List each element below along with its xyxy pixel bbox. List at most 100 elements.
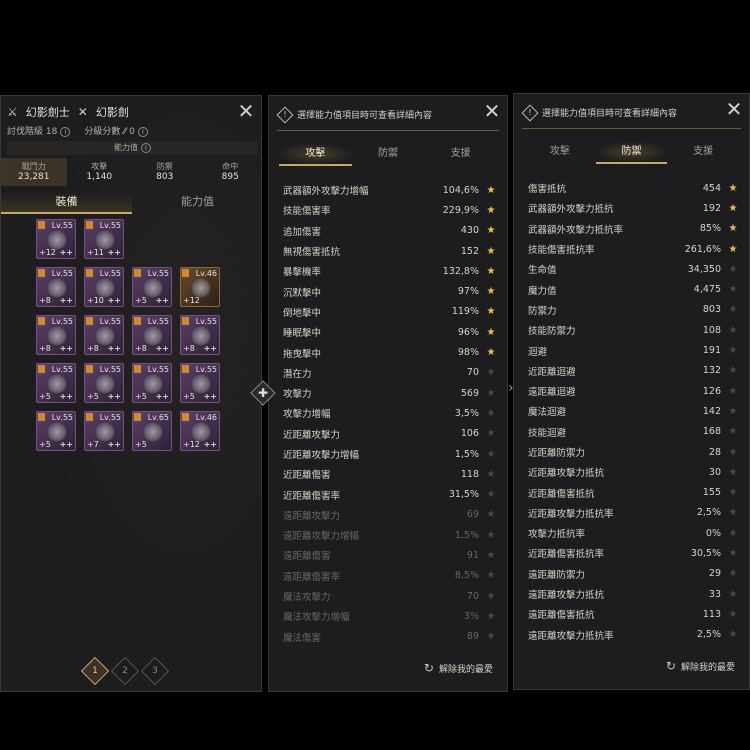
favorite-star-icon[interactable]: ★ — [727, 223, 739, 234]
favorite-star-icon[interactable]: ★ — [485, 449, 497, 460]
favorite-star-icon[interactable]: ★ — [485, 408, 497, 419]
stat-attack[interactable]: 攻擊 1,140 — [67, 158, 133, 186]
equipment-slot[interactable]: Lv.55 +8 ++ — [36, 267, 76, 307]
stat-row[interactable]: 近距離攻擊力增幅 1,5% ★ — [283, 444, 497, 464]
favorite-star-icon[interactable]: ★ — [727, 589, 739, 600]
info-icon[interactable]: i — [141, 143, 151, 153]
stat-row[interactable]: 近距離傷害率 31,5% ★ — [283, 484, 497, 504]
close-icon[interactable]: ✕ — [725, 99, 743, 119]
equipment-slot[interactable]: Lv.55 +5 ++ — [132, 363, 172, 403]
tab-attack[interactable]: 攻擊 — [279, 144, 352, 166]
stat-row[interactable]: 暴擊機率 132,8% ★ — [283, 261, 497, 281]
favorite-star-icon[interactable]: ★ — [485, 530, 497, 541]
stat-row[interactable]: 武器額外攻擊力抵抗率 85% ★ — [528, 219, 739, 239]
unfavorite-button[interactable]: ↻ 解除我的最愛 — [424, 661, 493, 675]
stat-row[interactable]: 遠距離傷害抵抗 113 ★ — [528, 604, 739, 624]
equipment-slot[interactable]: Lv.55 +5 ++ — [132, 267, 172, 307]
stat-row[interactable]: 防禦力 803 ★ — [528, 300, 739, 320]
stat-row[interactable]: 倒地擊中 119% ★ — [283, 302, 497, 322]
equipment-slot[interactable]: Lv.55 +10 ++ — [84, 267, 124, 307]
favorite-star-icon[interactable]: ★ — [727, 467, 739, 478]
equipment-slot[interactable]: Lv.55 +8 ++ — [132, 315, 172, 355]
favorite-star-icon[interactable]: ★ — [727, 203, 739, 214]
stat-row[interactable]: 遠距離攻擊力抵抗率 2,5% ★ — [528, 625, 739, 645]
stat-row[interactable]: 追加傷害 430 ★ — [283, 221, 497, 241]
favorite-star-icon[interactable]: ★ — [485, 570, 497, 581]
favorite-star-icon[interactable]: ★ — [727, 406, 739, 417]
stat-row[interactable]: 遠距離傷害 91 ★ — [283, 545, 497, 565]
favorite-star-icon[interactable]: ★ — [727, 426, 739, 437]
stat-row[interactable]: 近距離攻擊力抵抗率 2,5% ★ — [528, 503, 739, 523]
unfavorite-button[interactable]: ↻ 解除我的最愛 — [666, 659, 735, 673]
favorite-star-icon[interactable]: ★ — [485, 347, 497, 358]
tab-abilities[interactable]: 能力值 — [132, 192, 261, 214]
favorite-star-icon[interactable]: ★ — [485, 327, 497, 338]
favorite-star-icon[interactable]: ★ — [485, 550, 497, 561]
stat-row[interactable]: 潛在力 70 ★ — [283, 363, 497, 383]
equipment-slot[interactable]: Lv.46 +12 — [180, 267, 220, 307]
favorite-star-icon[interactable]: ★ — [485, 246, 497, 257]
stat-row[interactable]: 近距離傷害抵抗率 30,5% ★ — [528, 543, 739, 563]
equipment-slot[interactable]: Lv.55 +8 ++ — [36, 315, 76, 355]
stat-row[interactable]: 近距離傷害 118 ★ — [283, 464, 497, 484]
favorite-star-icon[interactable]: ★ — [727, 528, 739, 539]
favorite-star-icon[interactable]: ★ — [485, 489, 497, 500]
stat-row[interactable]: 睡眠擊中 96% ★ — [283, 322, 497, 342]
page-button-3[interactable]: 3 — [140, 656, 170, 686]
stat-row[interactable]: 遠距離攻擊力 69 ★ — [283, 505, 497, 525]
stat-row[interactable]: 近距離攻擊力 106 ★ — [283, 424, 497, 444]
favorite-star-icon[interactable]: ★ — [727, 568, 739, 579]
tab-support[interactable]: 支援 — [424, 144, 497, 166]
equipment-slot[interactable]: Lv.55 +11 ++ — [84, 219, 124, 259]
stat-row[interactable]: 遠距離攻擊力抵抗 33 ★ — [528, 584, 739, 604]
stat-row[interactable]: 傷害抵抗 454 ★ — [528, 178, 739, 198]
favorite-star-icon[interactable]: ★ — [727, 629, 739, 640]
stat-row[interactable]: 遠距離防禦力 29 ★ — [528, 564, 739, 584]
stat-defense[interactable]: 防禦 803 — [132, 158, 198, 186]
stat-row[interactable]: 技能傷害率 229,9% ★ — [283, 200, 497, 220]
stat-row[interactable]: 魔法迴避 142 ★ — [528, 401, 739, 421]
equipment-slot[interactable]: Lv.55 +5 ++ — [36, 363, 76, 403]
favorite-star-icon[interactable]: ★ — [485, 428, 497, 439]
favorite-star-icon[interactable]: ★ — [727, 386, 739, 397]
page-button-1[interactable]: 1 — [80, 656, 110, 686]
favorite-star-icon[interactable]: ★ — [727, 264, 739, 275]
stat-row[interactable]: 遠距離傷害率 8,5% ★ — [283, 566, 497, 586]
equipment-slot[interactable]: Lv.55 +5 ++ — [36, 411, 76, 451]
favorite-star-icon[interactable]: ★ — [727, 325, 739, 336]
tab-support[interactable]: 支援 — [667, 142, 739, 164]
stat-row[interactable]: 攻擊力抵抗率 0% ★ — [528, 523, 739, 543]
stat-row[interactable]: 近距離攻擊力抵抗 30 ★ — [528, 462, 739, 482]
favorite-star-icon[interactable]: ★ — [485, 205, 497, 216]
stat-row[interactable]: 技能迴避 168 ★ — [528, 422, 739, 442]
favorite-star-icon[interactable]: ★ — [485, 388, 497, 399]
equipment-slot[interactable]: Lv.55 +8 ++ — [180, 315, 220, 355]
favorite-star-icon[interactable]: ★ — [727, 244, 739, 255]
favorite-star-icon[interactable]: ★ — [485, 631, 497, 642]
close-icon[interactable]: ✕ — [483, 101, 501, 121]
stat-row[interactable]: 技能傷害抵抗率 261,6% ★ — [528, 239, 739, 259]
page-button-2[interactable]: 2 — [110, 656, 140, 686]
favorite-star-icon[interactable]: ★ — [727, 284, 739, 295]
stat-row[interactable]: 魔法傷害 89 ★ — [283, 627, 497, 647]
favorite-star-icon[interactable]: ★ — [727, 487, 739, 498]
stat-row[interactable]: 魔法攻擊力增幅 3% ★ — [283, 606, 497, 626]
equipment-slot[interactable]: Lv.55 +12 ++ — [36, 219, 76, 259]
stat-row[interactable]: 攻擊力 569 ★ — [283, 383, 497, 403]
stat-row[interactable]: 近距離防禦力 28 ★ — [528, 442, 739, 462]
tab-defense[interactable]: 防禦 — [352, 144, 425, 166]
favorite-star-icon[interactable]: ★ — [485, 367, 497, 378]
ability-bar[interactable]: 能力值 i — [7, 141, 258, 155]
favorite-star-icon[interactable]: ★ — [485, 306, 497, 317]
stat-row[interactable]: 無視傷害抵抗 152 ★ — [283, 241, 497, 261]
favorite-star-icon[interactable]: ★ — [727, 609, 739, 620]
stat-row[interactable]: 攻擊力增幅 3,5% ★ — [283, 403, 497, 423]
favorite-star-icon[interactable]: ★ — [727, 548, 739, 559]
favorite-star-icon[interactable]: ★ — [727, 447, 739, 458]
stat-row[interactable]: 魔法攻擊力 70 ★ — [283, 586, 497, 606]
stat-row[interactable]: 拖曳擊中 98% ★ — [283, 342, 497, 362]
favorite-star-icon[interactable]: ★ — [485, 266, 497, 277]
favorite-star-icon[interactable]: ★ — [485, 225, 497, 236]
stat-row[interactable]: 生命值 34,350 ★ — [528, 259, 739, 279]
stat-row[interactable]: 近距離迴避 132 ★ — [528, 361, 739, 381]
